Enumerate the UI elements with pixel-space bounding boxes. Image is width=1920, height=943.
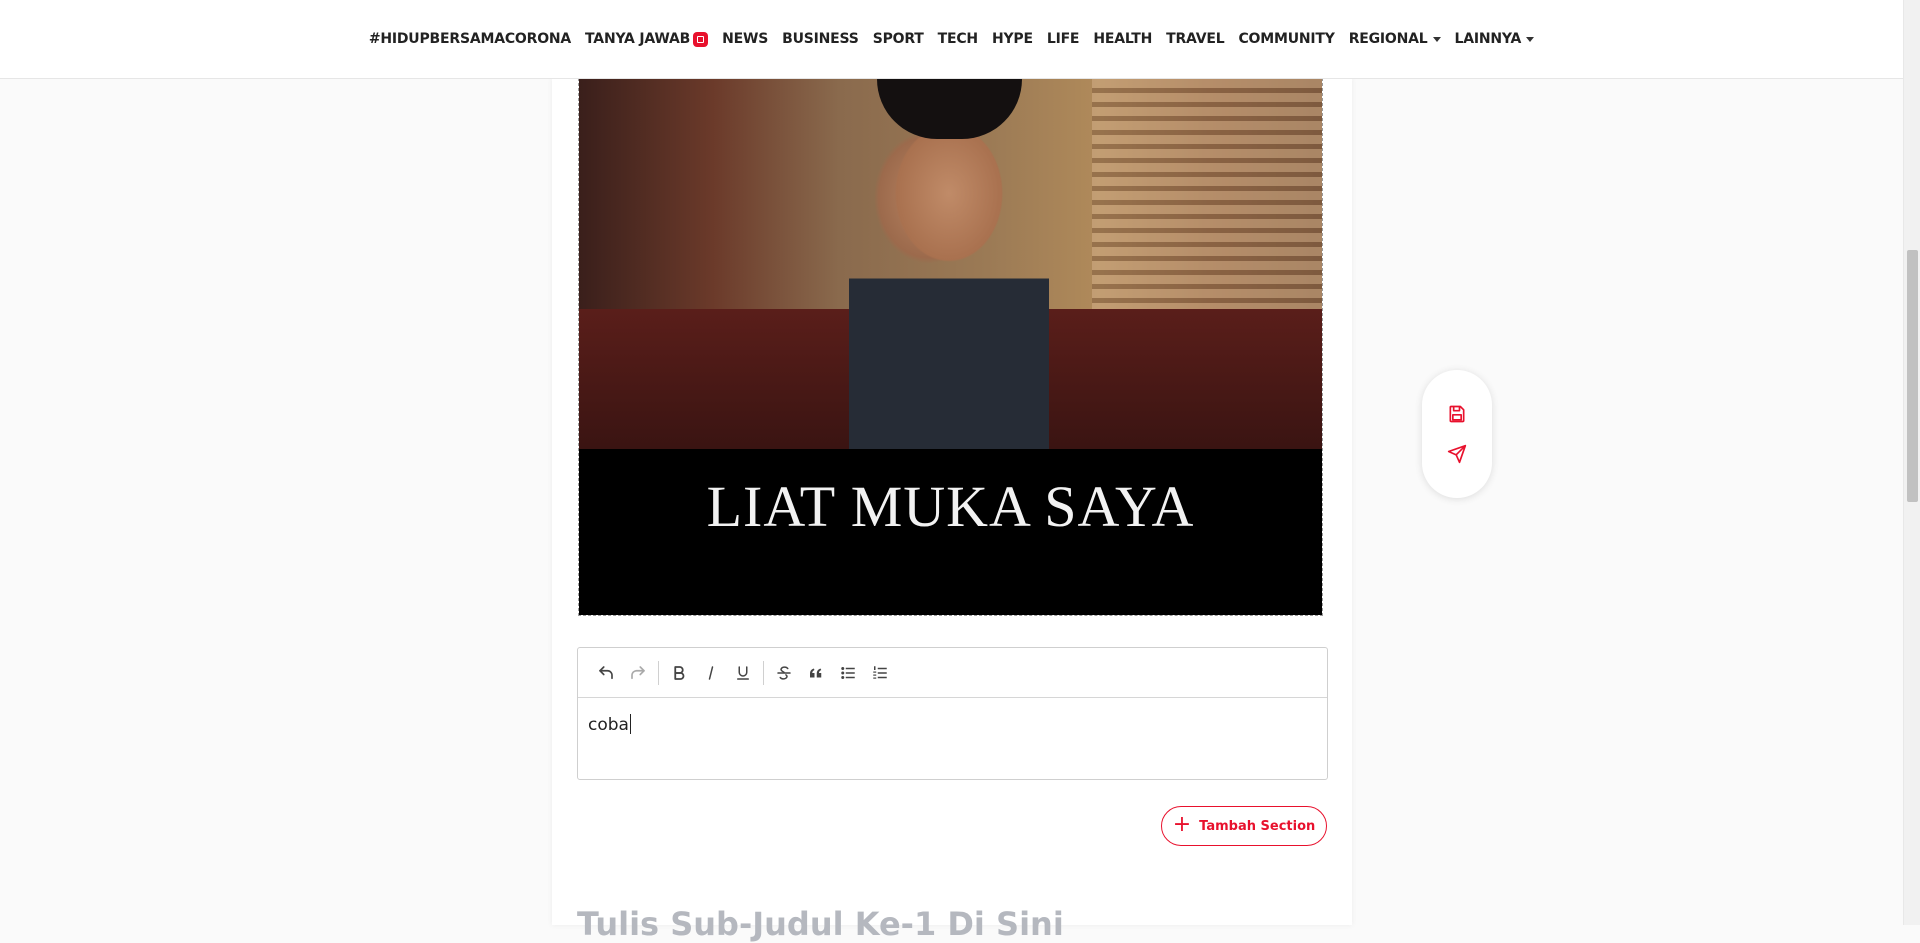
nav-item-life[interactable]: LIFE (1040, 31, 1086, 47)
plus-icon: + (1172, 812, 1192, 837)
editor-content-area[interactable]: coba (578, 698, 1327, 751)
text-cursor (629, 714, 631, 734)
publish-button[interactable] (1447, 444, 1467, 464)
numbered-list-button[interactable] (864, 657, 896, 689)
bulleted-list-button[interactable] (832, 657, 864, 689)
image-caption-text: LIAT MUKA SAYA (706, 474, 1195, 539)
save-draft-button[interactable] (1447, 404, 1467, 424)
italic-icon (708, 665, 714, 680)
nav-item-tech[interactable]: TECH (931, 31, 985, 47)
underline-button[interactable] (727, 657, 759, 689)
nav-item-tanya-jawab[interactable]: TANYA JAWAB (578, 31, 715, 47)
subheading-input[interactable]: Tulis Sub-Judul Ke-1 Di Sini (577, 905, 1064, 943)
floating-action-bar (1422, 370, 1492, 498)
nav-item-community[interactable]: COMMUNITY (1231, 31, 1341, 47)
nav-item-travel[interactable]: TRAVEL (1159, 31, 1231, 47)
add-section-label: Tambah Section (1199, 818, 1316, 834)
add-section-button[interactable]: + Tambah Section (1161, 806, 1327, 846)
chevron-down-icon (1432, 36, 1441, 42)
blockquote-button[interactable] (800, 657, 832, 689)
nav-item-hype[interactable]: HYPE (985, 31, 1040, 47)
chevron-down-icon (1526, 36, 1535, 42)
bulleted-list-icon (841, 666, 855, 679)
undo-icon (599, 665, 613, 679)
undo-button[interactable] (590, 657, 622, 689)
strikethrough-icon (777, 665, 791, 680)
rich-text-editor: coba (577, 647, 1328, 780)
numbered-list-icon (873, 665, 887, 679)
underline-icon (737, 665, 749, 680)
strikethrough-button[interactable] (768, 657, 800, 689)
editor-toolbar (578, 648, 1327, 698)
bold-button[interactable] (663, 657, 695, 689)
nav-item-lainnya[interactable]: LAINNYA (1448, 31, 1542, 47)
send-icon (1447, 444, 1467, 464)
redo-button[interactable] (622, 657, 654, 689)
image-caption-band: LIAT MUKA SAYA (579, 449, 1322, 615)
blockquote-icon (810, 668, 822, 677)
nav-menu: #HIDUPBERSAMACORONA TANYA JAWAB NEWS BUS… (362, 31, 1541, 47)
top-navigation: #HIDUPBERSAMACORONA TANYA JAWAB NEWS BUS… (0, 0, 1903, 79)
italic-button[interactable] (695, 657, 727, 689)
page-scrollbar[interactable] (1903, 0, 1920, 925)
toolbar-divider (763, 660, 764, 685)
bold-icon (674, 665, 685, 680)
article-image[interactable]: LIAT MUKA SAYA (578, 78, 1323, 616)
scrollbar-thumb[interactable] (1907, 250, 1918, 502)
toolbar-divider (658, 660, 659, 685)
editor-text: coba (588, 715, 629, 735)
nav-item-health[interactable]: HEALTH (1086, 31, 1159, 47)
new-badge-icon (693, 31, 709, 47)
nav-item-sport[interactable]: SPORT (866, 31, 931, 47)
nav-item-hidupbersamacorona[interactable]: #HIDUPBERSAMACORONA (362, 31, 578, 47)
save-icon (1449, 405, 1465, 423)
nav-item-regional[interactable]: REGIONAL (1342, 31, 1448, 47)
nav-item-news[interactable]: NEWS (715, 31, 775, 47)
nav-item-business[interactable]: BUSINESS (775, 31, 866, 47)
redo-icon (631, 665, 645, 679)
photo (579, 79, 1322, 449)
